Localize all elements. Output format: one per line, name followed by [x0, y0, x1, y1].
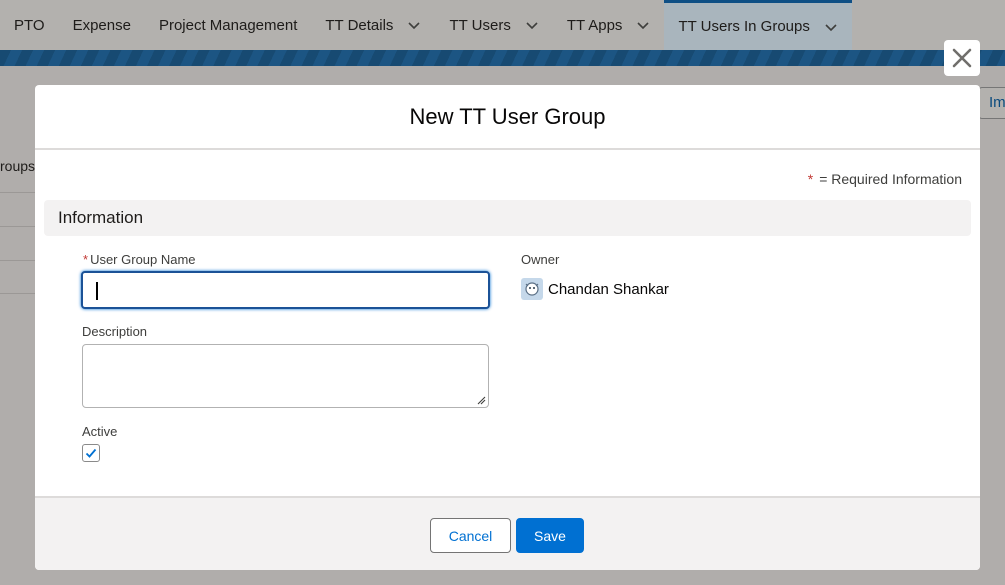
- nav-item-tt-apps[interactable]: TT Apps: [553, 0, 665, 50]
- owner-field: Chandan Shankar: [521, 278, 669, 300]
- user-avatar-icon: [521, 278, 543, 300]
- description-label: Description: [82, 324, 148, 339]
- nav-item-pto[interactable]: PTO: [0, 0, 59, 50]
- required-information-text: = Required Information: [819, 171, 962, 187]
- user-group-name-label-text: User Group Name: [90, 252, 196, 267]
- new-user-group-modal: New TT User Group * = Required Informatio…: [35, 85, 980, 570]
- resize-grip-icon[interactable]: [477, 396, 486, 405]
- section-title: Information: [58, 208, 144, 227]
- checkmark-icon: [85, 448, 97, 458]
- chevron-down-icon[interactable]: [407, 18, 421, 32]
- modal-footer: Cancel Save: [35, 496, 980, 570]
- background-import-button: Im: [978, 87, 1005, 119]
- nav-item-tt-users[interactable]: TT Users: [435, 0, 552, 50]
- nav-item-label: PTO: [14, 16, 45, 34]
- modal-header: New TT User Group: [35, 85, 980, 150]
- chevron-down-icon[interactable]: [636, 18, 650, 32]
- nav-item-label: TT Details: [325, 16, 394, 34]
- save-button[interactable]: Save: [516, 518, 584, 553]
- active-label: Active: [82, 424, 118, 439]
- nav-item-label: TT Apps: [566, 16, 623, 34]
- background-button-label: Im: [989, 94, 1005, 111]
- chevron-down-icon[interactable]: [525, 18, 539, 32]
- nav-item-label: Project Management: [158, 16, 298, 34]
- active-checkbox[interactable]: [82, 444, 100, 462]
- modal-title: New TT User Group: [409, 103, 606, 129]
- background-divider: [0, 192, 36, 193]
- user-group-name-label: * User Group Name: [83, 252, 196, 267]
- close-icon: [952, 48, 972, 68]
- cancel-button[interactable]: Cancel: [430, 518, 511, 553]
- owner-name[interactable]: Chandan Shankar: [548, 281, 669, 298]
- nav-item-tt-users-in-groups[interactable]: TT Users In Groups: [664, 0, 852, 50]
- required-information-note: * = Required Information: [808, 171, 962, 187]
- nav-item-label: Expense: [72, 16, 131, 34]
- close-modal-button[interactable]: [944, 40, 980, 76]
- chevron-down-icon[interactable]: [824, 20, 838, 34]
- background-list-title: roups: [0, 158, 36, 174]
- header-banner: [0, 50, 1005, 66]
- nav-item-tt-details[interactable]: TT Details: [311, 0, 435, 50]
- owner-label: Owner: [521, 252, 560, 267]
- user-group-name-input[interactable]: [81, 271, 490, 309]
- background-divider: [0, 293, 36, 294]
- text-caret: [96, 282, 98, 300]
- information-section-header[interactable]: Information: [44, 200, 971, 236]
- background-divider: [0, 260, 36, 261]
- required-marker: *: [807, 171, 814, 187]
- nav-item-expense[interactable]: Expense: [59, 0, 145, 50]
- nav-item-label: TT Users In Groups: [678, 18, 810, 35]
- nav-item-project-management[interactable]: Project Management: [145, 0, 311, 50]
- description-textarea[interactable]: [82, 344, 489, 408]
- background-divider: [0, 226, 36, 227]
- nav-item-label: TT Users: [449, 16, 511, 34]
- app-nav-bar: PTO Expense Project Management TT Detail…: [0, 0, 1005, 50]
- required-marker: *: [83, 252, 89, 267]
